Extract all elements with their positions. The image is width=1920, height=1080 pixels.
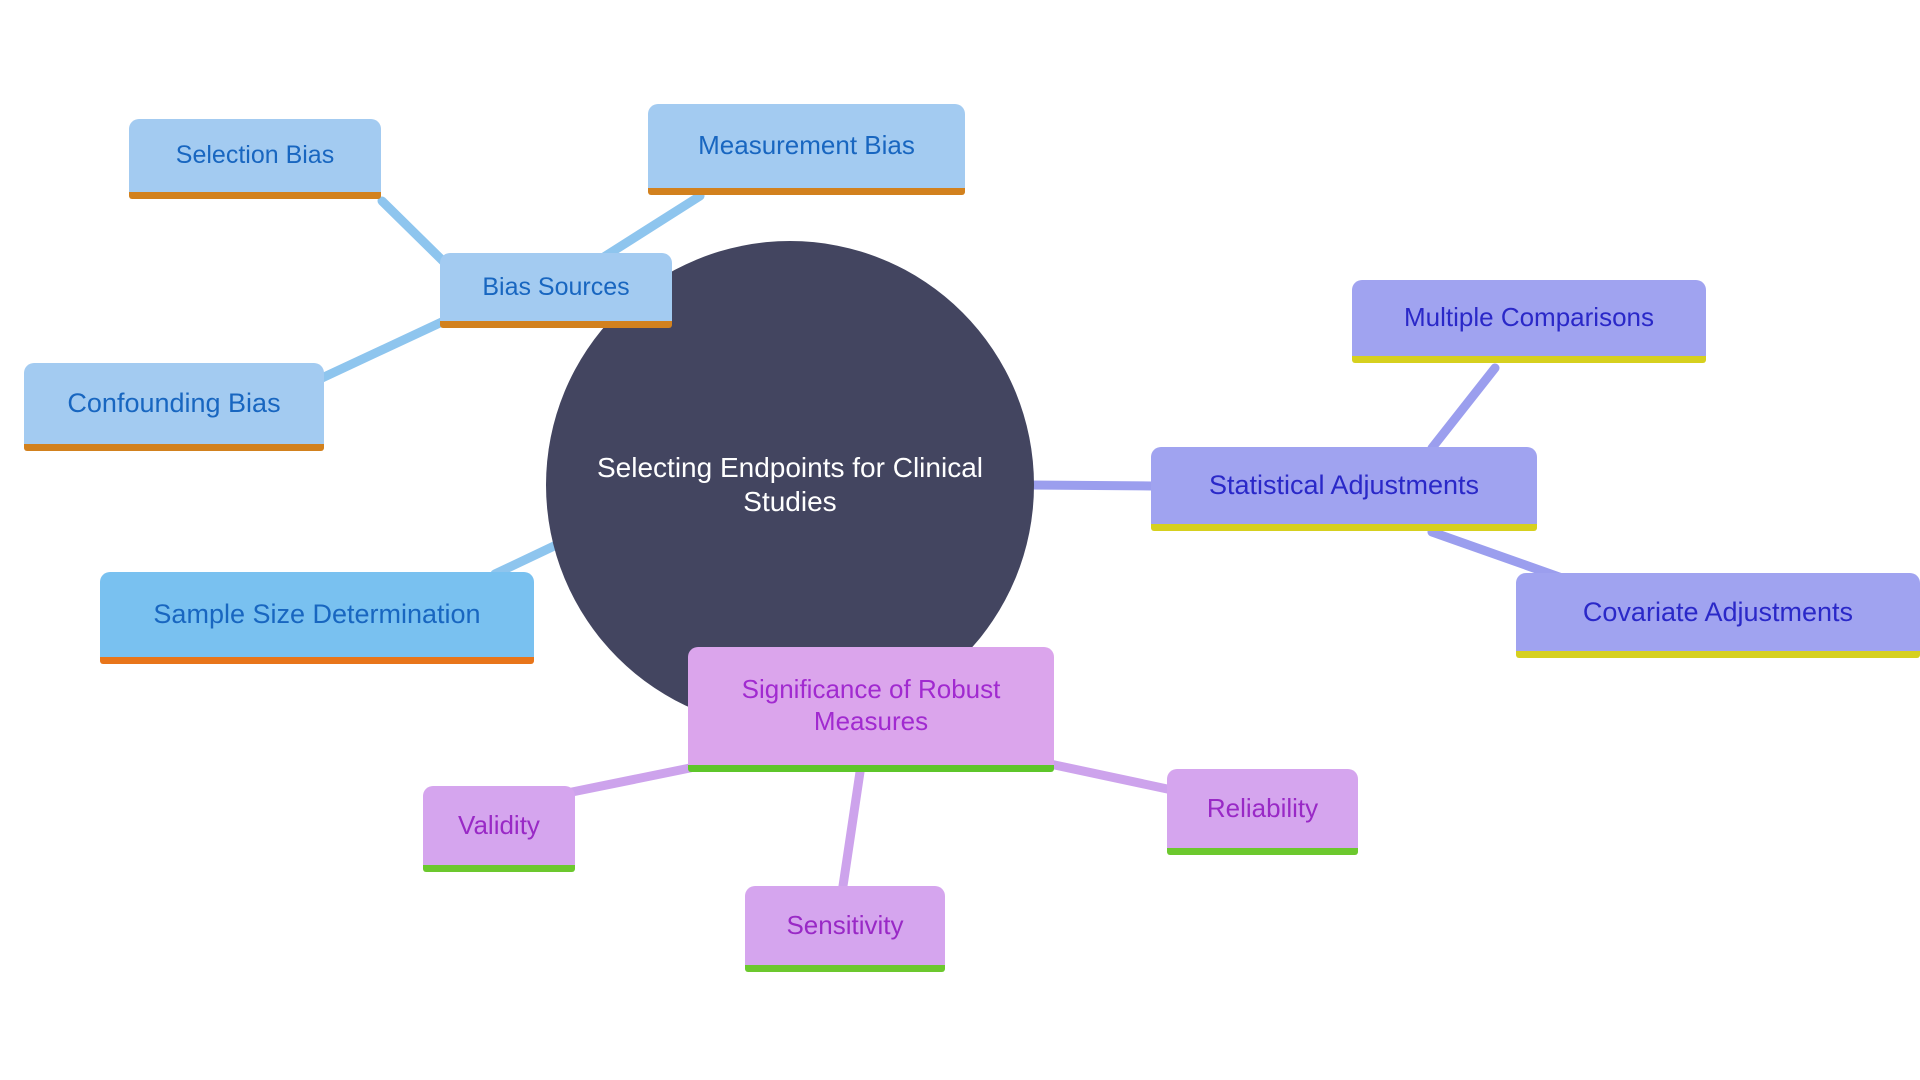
leaf-node-reliability[interactable]: Reliability bbox=[1167, 769, 1358, 855]
branch-node-sample-size-determination-label: Sample Size Determination bbox=[153, 599, 481, 630]
branch-node-statistical-adjustments-label: Statistical Adjustments bbox=[1208, 470, 1480, 501]
leaf-node-multiple-comparisons-label: Multiple Comparisons bbox=[1404, 302, 1654, 333]
leaf-node-covariate-adjustments[interactable]: Covariate Adjustments bbox=[1516, 573, 1920, 658]
root-node-label: Selecting Endpoints for Clinical Studies bbox=[597, 451, 983, 517]
leaf-node-sensitivity-label: Sensitivity bbox=[786, 909, 904, 940]
edge-robust-measures-to-reliability bbox=[1045, 759, 1177, 795]
leaf-node-confounding-bias[interactable]: Confounding Bias bbox=[24, 363, 324, 451]
branch-node-significance-of-robust-measures-label: Significance of Robust Measures bbox=[741, 674, 1001, 736]
leaf-node-covariate-adjustments-label: Covariate Adjustments bbox=[1582, 596, 1854, 627]
edge-root-to-statistical-adjustments bbox=[1024, 480, 1157, 491]
branch-node-significance-of-robust-measures[interactable]: Significance of Robust Measures bbox=[688, 647, 1054, 772]
edge-statistical-adjustments-to-multiple-comparisons bbox=[1427, 363, 1500, 453]
edge-bias-sources-to-confounding-bias bbox=[317, 316, 449, 383]
branch-node-bias-sources[interactable]: Bias Sources bbox=[440, 253, 672, 328]
leaf-node-validity-label: Validity bbox=[458, 809, 540, 840]
branch-node-statistical-adjustments[interactable]: Statistical Adjustments bbox=[1151, 447, 1537, 531]
leaf-node-selection-bias[interactable]: Selection Bias bbox=[129, 119, 381, 199]
leaf-node-reliability-label: Reliability bbox=[1206, 792, 1319, 823]
mind-map-canvas: Selecting Endpoints for Clinical Studies… bbox=[0, 0, 1920, 1080]
leaf-node-measurement-bias[interactable]: Measurement Bias bbox=[648, 104, 965, 195]
leaf-node-sensitivity[interactable]: Sensitivity bbox=[745, 886, 945, 972]
leaf-node-selection-bias-label: Selection Bias bbox=[175, 141, 335, 170]
leaf-node-validity[interactable]: Validity bbox=[423, 786, 575, 872]
edge-bias-sources-to-selection-bias bbox=[377, 196, 449, 267]
leaf-node-measurement-bias-label: Measurement Bias bbox=[698, 130, 915, 161]
edge-statistical-adjustments-to-covariate-adjustments bbox=[1427, 527, 1567, 583]
leaf-node-confounding-bias-label: Confounding Bias bbox=[67, 388, 281, 419]
branch-node-bias-sources-label: Bias Sources bbox=[482, 272, 630, 301]
edge-robust-measures-to-validity bbox=[567, 763, 695, 797]
leaf-node-multiple-comparisons[interactable]: Multiple Comparisons bbox=[1352, 280, 1706, 363]
branch-node-sample-size-determination[interactable]: Sample Size Determination bbox=[100, 572, 534, 664]
